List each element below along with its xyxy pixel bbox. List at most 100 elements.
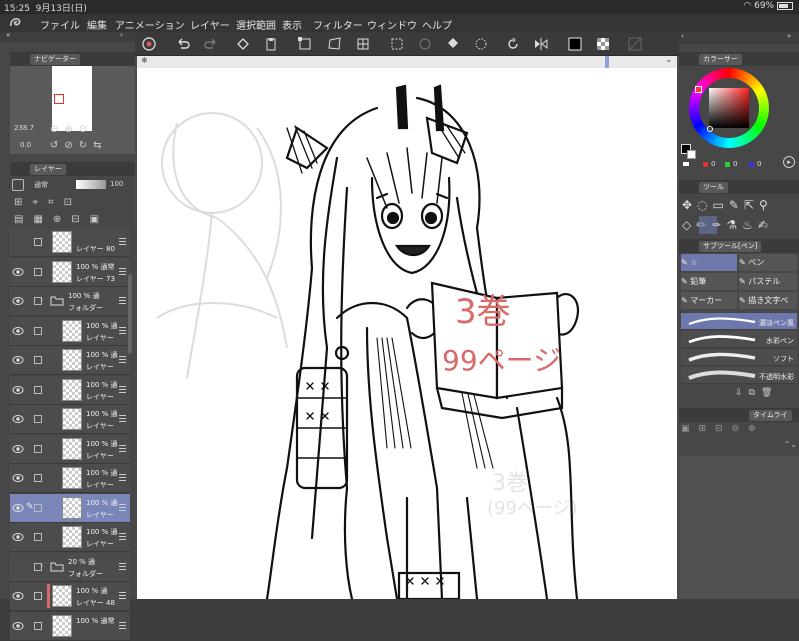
eye-icon[interactable] (12, 591, 24, 601)
eye-hidden-icon[interactable] (12, 562, 24, 572)
navigator-tab[interactable]: ナビゲーター (30, 54, 80, 65)
layer-menu-icon[interactable] (119, 533, 126, 540)
layer-lock-checkbox[interactable] (34, 267, 42, 276)
rotate-controls[interactable]: ↺⊘↻⇆ (50, 140, 108, 151)
color-wheel-tab[interactable]: カラーサー (699, 54, 742, 65)
navigator-view-rect[interactable] (54, 94, 64, 104)
subtool-tab-pastel[interactable]: ✎ パステル (739, 273, 797, 290)
menu-file[interactable]: ファイル (40, 17, 80, 32)
opacity-slider[interactable] (76, 180, 106, 189)
layer-lock-checkbox[interactable] (34, 385, 42, 394)
eye-icon[interactable] (12, 414, 24, 424)
layer-list-scrollbar[interactable] (128, 274, 132, 354)
fill-icon[interactable] (445, 36, 461, 52)
brush-item-opaque-watercolor[interactable]: 不透明水彩 (681, 367, 797, 384)
layer-lock-checkbox[interactable] (34, 444, 42, 453)
layer-tab[interactable]: レイヤー (30, 164, 66, 175)
canvas-tab-star-icon[interactable]: ✱ (141, 56, 148, 65)
saturation-value-square[interactable] (709, 88, 749, 128)
transform-icon[interactable] (297, 36, 313, 52)
eye-icon[interactable] (12, 326, 24, 336)
undo-icon[interactable] (175, 36, 191, 52)
folder-expand-icon[interactable]: › (40, 561, 43, 570)
eye-icon[interactable] (12, 444, 24, 454)
transparent-swatch[interactable] (683, 162, 689, 166)
loading-icon[interactable] (473, 36, 489, 52)
layer-menu-icon[interactable] (119, 297, 126, 304)
deselect-icon[interactable] (417, 36, 433, 52)
layer-row[interactable]: › 20 % 通フォルダー (10, 552, 130, 582)
eye-icon[interactable] (12, 532, 24, 542)
pen-tool-selected-highlight[interactable] (699, 216, 717, 234)
layer-lock-checkbox[interactable] (34, 474, 42, 482)
subtool-tab-marker[interactable]: ✎ マーカー (681, 292, 737, 309)
layer-row[interactable]: 100 % 通常 (10, 611, 130, 641)
layer-row[interactable]: 100 % 通レイヤー (10, 405, 130, 434)
layer-menu-icon[interactable] (119, 326, 126, 334)
layer-menu-icon[interactable] (119, 415, 126, 422)
color-picker-handle[interactable] (707, 126, 713, 132)
eye-icon[interactable] (12, 296, 24, 306)
layer-lock-checkbox[interactable] (34, 238, 42, 246)
free-transform-icon[interactable] (327, 36, 343, 52)
layer-row[interactable]: ✎ 100 % 通レイヤー (10, 493, 130, 523)
tool-grid[interactable]: ✥◌▭✎⇱⚲ ◇✏✒⚗♨✍ (679, 195, 799, 235)
menu-edit[interactable]: 編集 (87, 17, 107, 32)
right-dock-collapse-left-icon[interactable]: ‹ (681, 32, 684, 40)
eye-icon[interactable] (12, 267, 24, 277)
menu-view[interactable]: 表示 (282, 17, 302, 32)
layer-row[interactable]: レイヤー 80 (10, 228, 130, 257)
subtool-tab-pen[interactable]: ✎ ペン (739, 254, 797, 271)
layer-menu-icon[interactable] (119, 503, 126, 511)
folder-expand-icon[interactable]: › (40, 295, 43, 304)
layer-row[interactable]: 100 % 通常 レイヤー 73 (10, 257, 130, 287)
menu-window[interactable]: ウィンドウ (367, 17, 417, 32)
subtool-tab-lettering[interactable]: ✎ 描き文字ペ (739, 292, 797, 309)
eye-icon[interactable] (12, 473, 24, 483)
layer-menu-icon[interactable] (119, 474, 126, 481)
layer-row[interactable]: 100 % 通レイヤー (10, 464, 130, 493)
menu-help[interactable]: ヘルプ (422, 17, 452, 32)
app-menu-icon[interactable] (141, 36, 157, 52)
app-logo-icon[interactable] (8, 16, 22, 30)
layer-row[interactable]: 100 % 通レイヤー (10, 434, 130, 464)
mesh-transform-icon[interactable] (355, 36, 371, 52)
disabled-tool-icon[interactable] (627, 36, 643, 52)
layer-row[interactable]: 100 % 通レイヤー (10, 316, 130, 346)
subtool-tab[interactable]: サブツール[ペン] (699, 241, 762, 252)
sub-color-swatch[interactable] (687, 150, 696, 159)
drawing-canvas[interactable]: 3巻 (99ページ) 3巻 99ページ (137, 68, 677, 599)
timeline-controls[interactable]: ▣⊞⊟⊖⊕ (681, 424, 797, 438)
layer-action-icons[interactable]: ⊞⌖⌗⊡ ▤▦⊕⊟▣ (10, 194, 135, 228)
eye-hidden-icon[interactable] (12, 237, 24, 247)
hue-handle[interactable] (695, 86, 702, 93)
layer-menu-icon[interactable] (119, 356, 126, 363)
layer-menu-icon[interactable] (119, 621, 126, 629)
brush-item-shade-pen[interactable]: 濃淡ペン風 (681, 313, 797, 330)
brush-item-soft[interactable]: ソフト (681, 349, 797, 366)
collapse-right-icon[interactable]: › (120, 31, 123, 39)
eye-icon[interactable] (12, 621, 24, 631)
menu-layer[interactable]: レイヤー (190, 17, 230, 32)
layer-lock-checkbox[interactable] (34, 533, 42, 541)
collapse-left-icon[interactable]: « (6, 31, 10, 39)
zoom-controls[interactable]: ⊖⊕⊙ (50, 124, 93, 135)
brush-item-watercolor-pen[interactable]: 水彩ペン (681, 331, 797, 348)
menu-filter[interactable]: フィルター (313, 17, 363, 32)
layer-row[interactable]: 100 % 通レイヤー 48 (10, 582, 130, 611)
layer-menu-icon[interactable] (119, 592, 126, 599)
layer-menu-icon[interactable] (119, 238, 126, 245)
timeline-tab[interactable]: タイムライ (749, 410, 792, 421)
layer-lock-checkbox[interactable] (34, 415, 42, 423)
timeline-body[interactable] (679, 456, 799, 599)
menu-selection[interactable]: 選択範囲 (236, 17, 276, 32)
layer-lock-checkbox[interactable] (34, 503, 42, 512)
layer-lock-checkbox[interactable] (34, 356, 42, 364)
clear-layer-icon[interactable] (235, 36, 251, 52)
layer-row[interactable]: 100 % 通レイヤー (10, 375, 130, 405)
paste-icon[interactable] (263, 36, 279, 52)
right-dock-collapse-right-icon[interactable]: » (787, 32, 791, 40)
blend-mode-select[interactable]: 通常 (34, 180, 48, 190)
main-color-icon[interactable] (567, 36, 583, 52)
hue-ring[interactable] (689, 68, 769, 148)
